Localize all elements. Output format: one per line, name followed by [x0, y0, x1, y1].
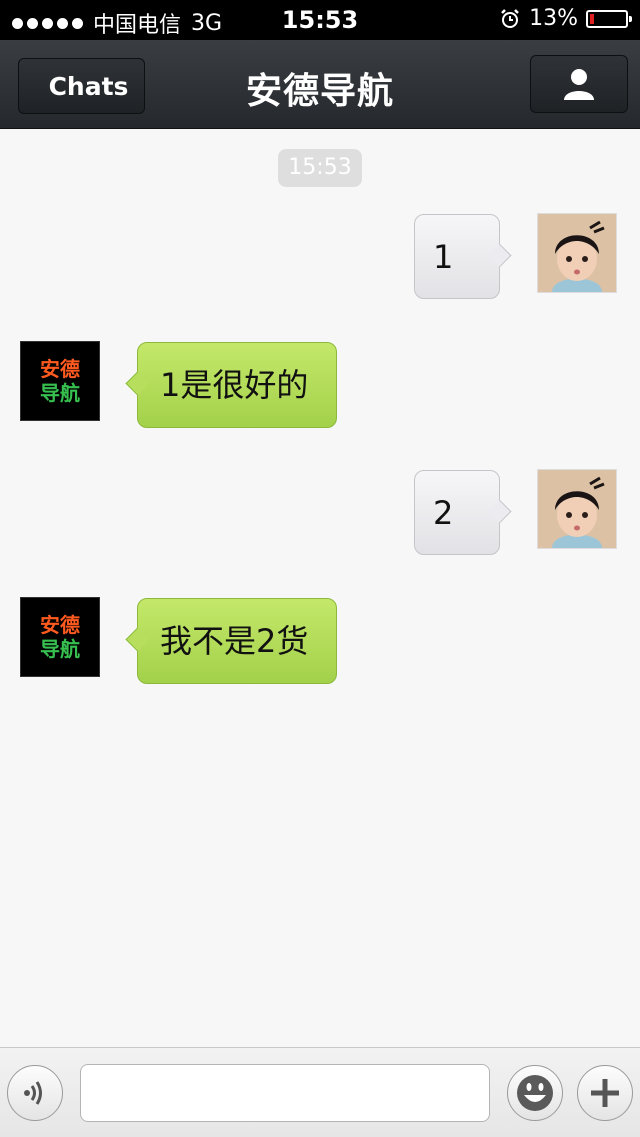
svg-text:安德: 安德 — [40, 613, 80, 637]
message-list[interactable]: 15:53 1 安德 导航 1是很好的 2 安德 导航 我不是2货 — [0, 129, 640, 1047]
my-avatar[interactable] — [537, 213, 617, 293]
andenav-logo-avatar: 安德 导航 — [40, 357, 80, 405]
person-icon — [564, 69, 594, 100]
battery-level — [590, 13, 594, 24]
andenav-logo-avatar: 安德 导航 — [40, 613, 80, 661]
voice-icon — [24, 1081, 42, 1105]
message-text: 我不是2货 — [160, 622, 309, 660]
child-photo-avatar — [538, 214, 616, 292]
message-timestamp: 15:53 — [278, 149, 362, 187]
svg-text:导航: 导航 — [40, 637, 80, 661]
message-text: 1是很好的 — [160, 366, 309, 404]
navigation-bar: Chats 安德导航 — [0, 40, 640, 129]
incoming-message-bubble[interactable]: 我不是2货 — [125, 598, 337, 684]
contact-avatar[interactable]: 安德 导航 — [20, 597, 100, 677]
plus-icon — [591, 1079, 619, 1107]
message-text: 1 — [433, 238, 454, 276]
more-options-button[interactable] — [577, 1065, 633, 1121]
emoji-icon — [517, 1075, 553, 1111]
battery-percent: 13% — [529, 6, 578, 31]
svg-text:安德: 安德 — [40, 357, 80, 381]
alarm-icon — [501, 8, 519, 28]
incoming-message-bubble[interactable]: 1是很好的 — [125, 342, 337, 428]
child-photo-avatar — [538, 470, 616, 548]
battery-icon — [586, 9, 632, 28]
emoji-button[interactable] — [507, 1065, 563, 1121]
input-toolbar — [0, 1047, 640, 1137]
contact-profile-button[interactable] — [530, 55, 628, 113]
my-avatar[interactable] — [537, 469, 617, 549]
status-bar: 中国电信 3G 15:53 13% — [0, 0, 640, 40]
outgoing-message-bubble[interactable]: 1 — [414, 214, 512, 299]
voice-input-button[interactable] — [7, 1065, 63, 1121]
contact-avatar[interactable]: 安德 导航 — [20, 341, 100, 421]
message-input[interactable] — [80, 1064, 490, 1122]
svg-text:导航: 导航 — [40, 381, 80, 405]
outgoing-message-bubble[interactable]: 2 — [414, 470, 512, 555]
message-text: 2 — [433, 494, 454, 532]
status-right: 13% — [499, 6, 632, 31]
